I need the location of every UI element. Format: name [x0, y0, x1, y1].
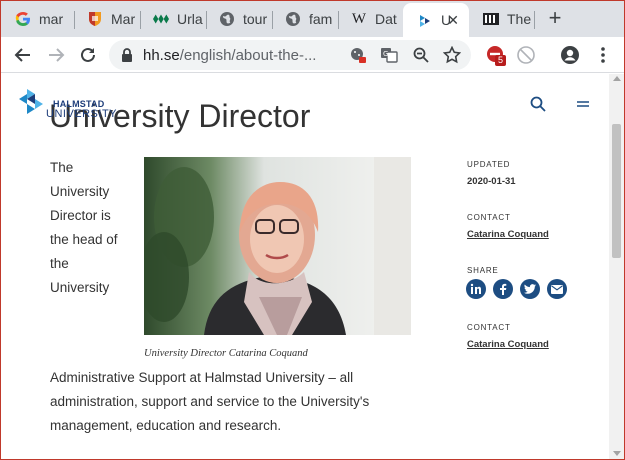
tab-label: Urla: [177, 11, 203, 27]
tab-label: Dat: [375, 11, 397, 27]
scrollbar-thumb[interactable]: [612, 124, 621, 258]
contact2-link[interactable]: Catarina Coquand: [467, 339, 549, 350]
contact-label: CONTACT: [467, 213, 511, 222]
email-icon: [551, 284, 563, 294]
photo-caption: University Director Catarina Coquand: [144, 348, 308, 359]
wikipedia-icon: W: [351, 10, 367, 27]
director-photo: [139, 157, 411, 335]
tab-label: mar: [39, 11, 64, 27]
translate-icon[interactable]: G: [379, 45, 399, 65]
reload-button[interactable]: [76, 43, 100, 67]
reload-icon: [81, 47, 95, 62]
account-icon: [561, 46, 579, 64]
halmstad-icon: [417, 12, 433, 28]
intro-text: The University Director is the head of t…: [50, 160, 118, 295]
shield-crest-icon: [87, 11, 103, 27]
email-share-button[interactable]: [547, 279, 567, 299]
forward-button[interactable]: [44, 43, 68, 67]
tab-label: Mar: [111, 11, 136, 27]
scroll-down-arrow-icon[interactable]: [613, 451, 621, 456]
share-label: SHARE: [467, 266, 499, 275]
back-button[interactable]: [11, 43, 35, 67]
contact-link[interactable]: Catarina Coquand: [467, 229, 549, 240]
logo-line2: UNIVERSITY: [46, 108, 118, 120]
tab-0[interactable]: mar: [1, 5, 71, 33]
extension-button[interactable]: 5: [484, 43, 508, 67]
browser-menu-button[interactable]: [591, 43, 615, 67]
tab-6-active[interactable]: U ✕: [403, 3, 469, 37]
cookie-icon[interactable]: [348, 45, 368, 65]
diamonds-icon: [153, 11, 169, 27]
tab-2[interactable]: Urla: [139, 5, 205, 33]
browser-window: mar Mar Urla tour fam W Dat U ✕ The + hh…: [0, 0, 625, 460]
extension-disabled-button[interactable]: [514, 43, 538, 67]
site-menu-button[interactable]: [577, 98, 589, 108]
disabled-extension-icon: [517, 46, 535, 64]
body-paragraph: Administrative Support at Halmstad Unive…: [50, 370, 370, 433]
svg-text:G: G: [383, 50, 388, 58]
arrow-right-icon: [49, 48, 65, 62]
globe-icon: [285, 11, 301, 27]
profile-button[interactable]: [558, 43, 582, 67]
page-scrollbar[interactable]: [609, 74, 624, 459]
scroll-up-arrow-icon[interactable]: [613, 76, 621, 81]
facebook-share-button[interactable]: [493, 279, 513, 299]
site-search-button[interactable]: [530, 96, 548, 114]
arrow-left-icon: [14, 48, 30, 62]
tab-3[interactable]: tour: [205, 5, 271, 33]
url-text: hh.se/english/about-the-...: [143, 47, 317, 64]
tab-label: tour: [243, 11, 268, 27]
star-icon[interactable]: [442, 45, 462, 65]
address-bar[interactable]: hh.se/english/about-the-... G: [109, 40, 471, 70]
browser-toolbar: hh.se/english/about-the-... G 5: [1, 37, 624, 73]
linkedin-icon: [470, 283, 481, 294]
facebook-icon: [500, 283, 507, 295]
tab-4[interactable]: fam: [271, 5, 337, 33]
hamburger-icon: [577, 101, 589, 107]
new-tab-button[interactable]: +: [542, 6, 568, 32]
google-icon: [15, 11, 31, 27]
tab-strip: mar Mar Urla tour fam W Dat U ✕ The +: [1, 1, 624, 37]
zoom-icon[interactable]: [411, 45, 431, 65]
kebab-menu-icon: [601, 47, 605, 63]
halmstad-logo-mark-icon: [19, 89, 43, 114]
tab-7[interactable]: The: [469, 5, 535, 33]
tab-1[interactable]: Mar: [73, 5, 139, 33]
linkedin-share-button[interactable]: [466, 279, 486, 299]
lock-icon[interactable]: [117, 45, 137, 65]
updated-value: 2020-01-31: [467, 176, 516, 187]
close-tab-icon[interactable]: ✕: [447, 12, 459, 29]
twitter-icon: [524, 284, 536, 294]
extension-badge: 5: [495, 55, 507, 66]
updated-label: UPDATED: [467, 160, 511, 169]
tab-label: The: [507, 11, 532, 27]
tab-5[interactable]: W Dat: [337, 5, 403, 33]
twitter-share-button[interactable]: [520, 279, 540, 299]
page-content: University Director HALMSTAD UNIVERSITY …: [1, 74, 609, 459]
tab-label: fam: [309, 11, 333, 27]
share-buttons: [466, 279, 567, 299]
halmstad-logo[interactable]: HALMSTAD UNIVERSITY: [17, 87, 117, 121]
film-icon: [483, 11, 499, 27]
globe-icon: [219, 11, 235, 27]
search-icon: [530, 96, 546, 112]
contact2-label: CONTACT: [467, 323, 511, 332]
